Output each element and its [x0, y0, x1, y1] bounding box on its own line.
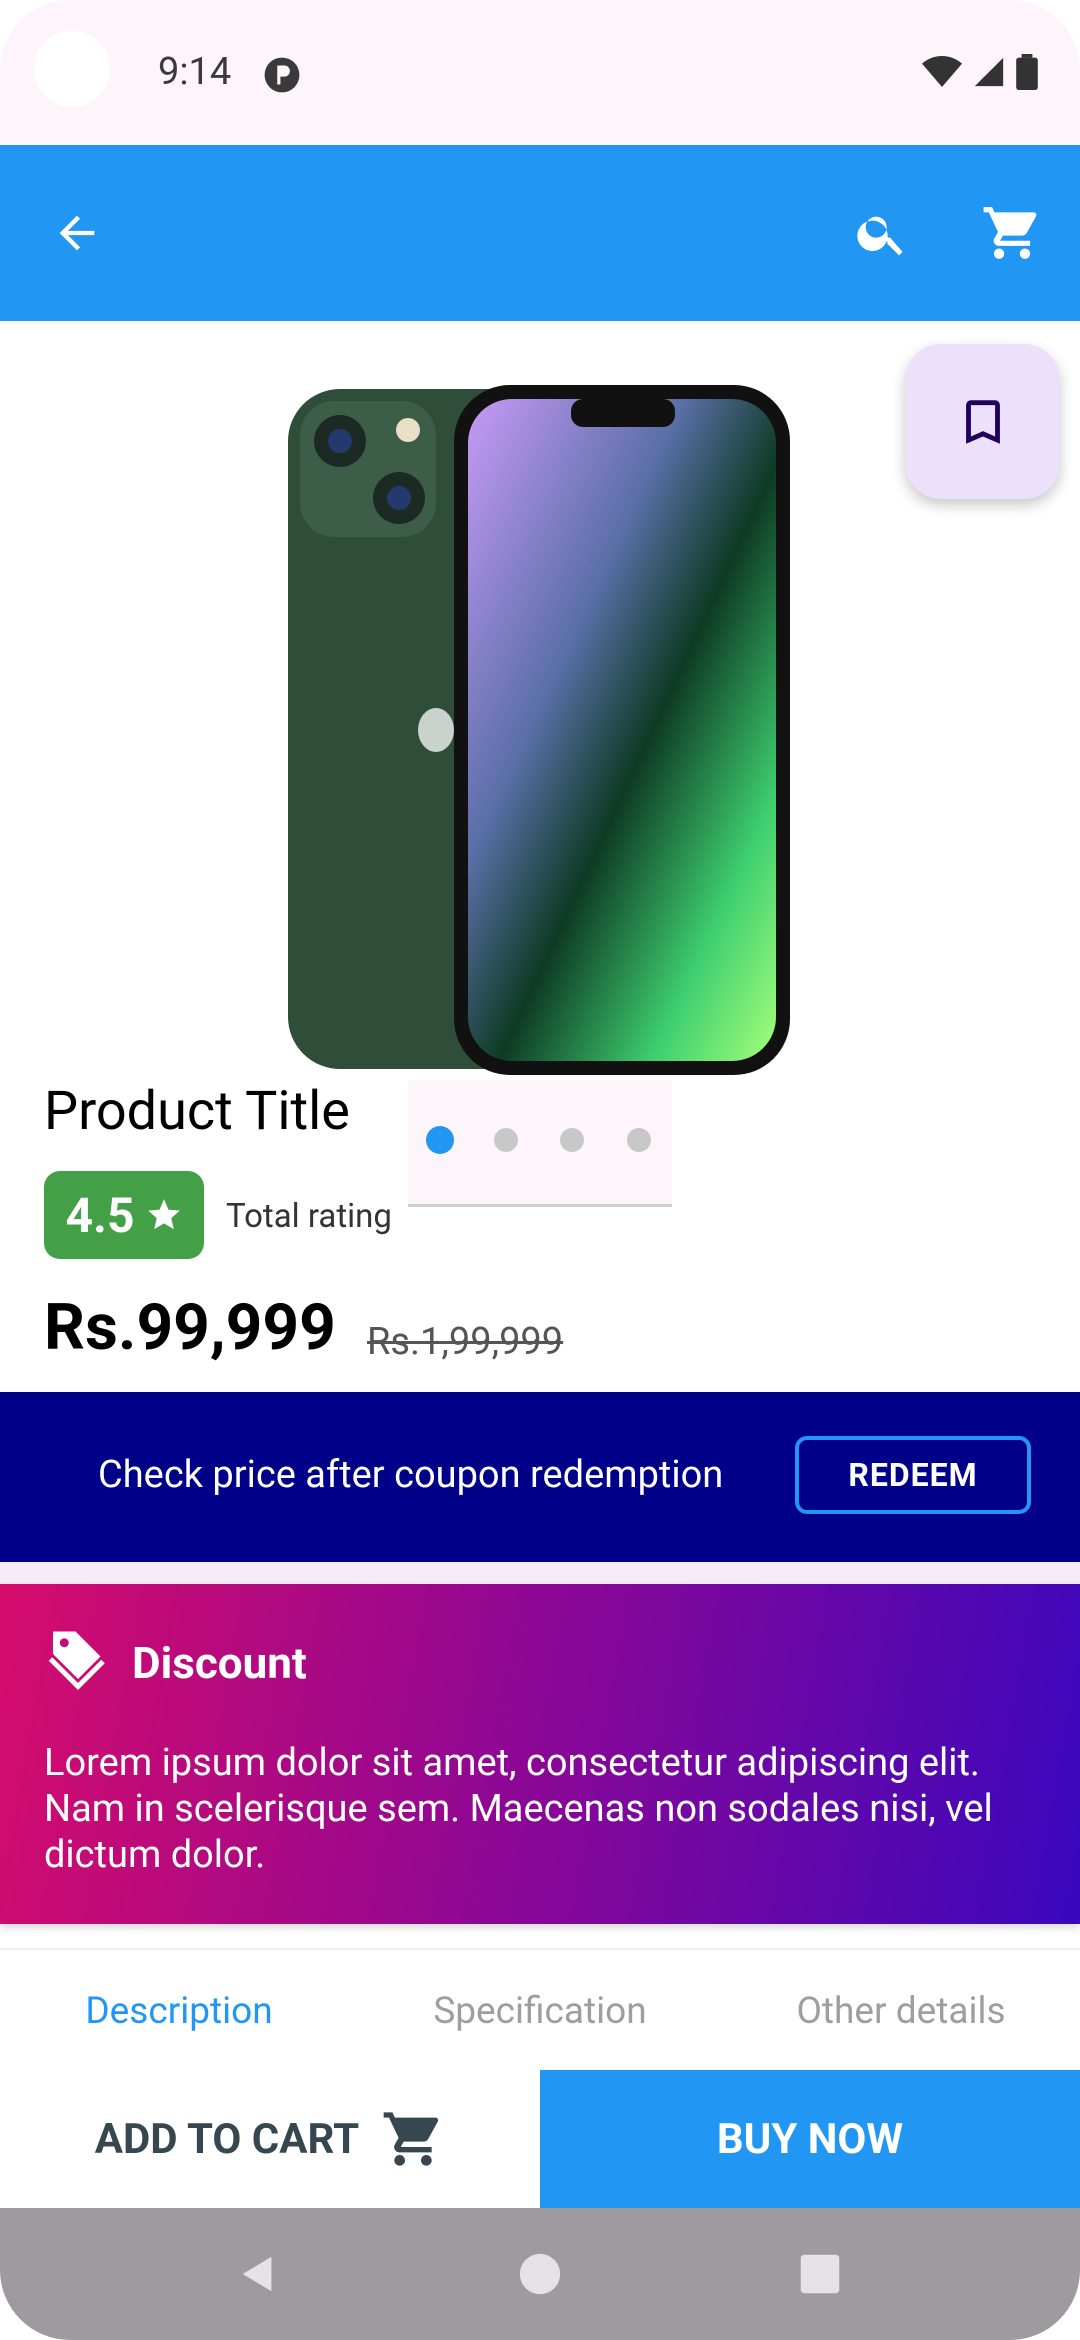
product-mrp: Rs.1,99,999 — [367, 1320, 564, 1364]
system-nav-bar — [0, 2208, 1080, 2340]
bookmark-button[interactable] — [905, 344, 1060, 499]
rating-value: 4.5 — [65, 1186, 135, 1244]
star-icon — [147, 1199, 180, 1230]
nav-back-button[interactable] — [218, 2234, 298, 2314]
back-arrow-icon — [59, 215, 95, 251]
nav-back-icon — [242, 2256, 272, 2292]
nav-home-button[interactable] — [500, 2234, 580, 2314]
battery-icon — [1016, 54, 1038, 90]
add-to-cart-label: ADD TO CART — [94, 2114, 360, 2164]
redeem-button[interactable]: REDEEM — [795, 1436, 1031, 1514]
pager-dot[interactable] — [426, 1126, 454, 1154]
app-notification-icon — [264, 57, 300, 93]
rating-caption: Total rating — [226, 1197, 392, 1236]
add-to-cart-button[interactable]: ADD TO CART — [0, 2070, 540, 2208]
coupon-text: Check price after coupon redemption — [98, 1453, 724, 1497]
nav-recents-icon — [800, 2254, 840, 2294]
discount-title: Discount — [132, 1637, 307, 1689]
tab-description[interactable]: Description — [0, 1950, 358, 2072]
wifi-icon — [922, 56, 962, 87]
discount-body: Lorem ipsum dolor sit amet, consectetur … — [44, 1741, 993, 1877]
tab-specification[interactable]: Specification — [360, 1950, 720, 2072]
cart-icon — [383, 2112, 439, 2166]
product-image[interactable] — [286, 385, 792, 1075]
nav-recents-button[interactable] — [780, 2234, 860, 2314]
bookmark-icon — [965, 399, 1000, 444]
product-title: Product Title — [44, 1080, 350, 1143]
status-time: 9:14 — [158, 50, 232, 94]
product-price: Rs.99,999 — [44, 1290, 336, 1365]
app-toolbar — [0, 145, 1080, 321]
nav-home-icon — [519, 2253, 561, 2295]
tab-other-details[interactable]: Other details — [722, 1950, 1080, 2072]
search-button[interactable] — [838, 189, 926, 277]
image-pager — [408, 1080, 672, 1207]
detail-tabs: Description Specification Other details — [0, 1948, 1080, 2072]
bottom-action-bar: ADD TO CART BUY NOW — [0, 2070, 1080, 2208]
tag-icon — [48, 1631, 105, 1691]
pager-dot[interactable] — [627, 1128, 651, 1152]
signal-icon — [974, 57, 1004, 87]
buy-now-button[interactable]: BUY NOW — [540, 2070, 1080, 2208]
search-icon — [857, 216, 903, 256]
status-icons — [922, 54, 1038, 90]
pager-dot[interactable] — [560, 1128, 584, 1152]
pager-dot[interactable] — [494, 1128, 518, 1152]
rating-badge: 4.5 — [44, 1171, 204, 1259]
section-divider — [0, 1562, 1080, 1584]
cart-button[interactable] — [968, 189, 1056, 277]
back-button[interactable] — [33, 189, 121, 277]
cart-icon — [983, 207, 1037, 259]
camera-cutout — [34, 31, 110, 107]
